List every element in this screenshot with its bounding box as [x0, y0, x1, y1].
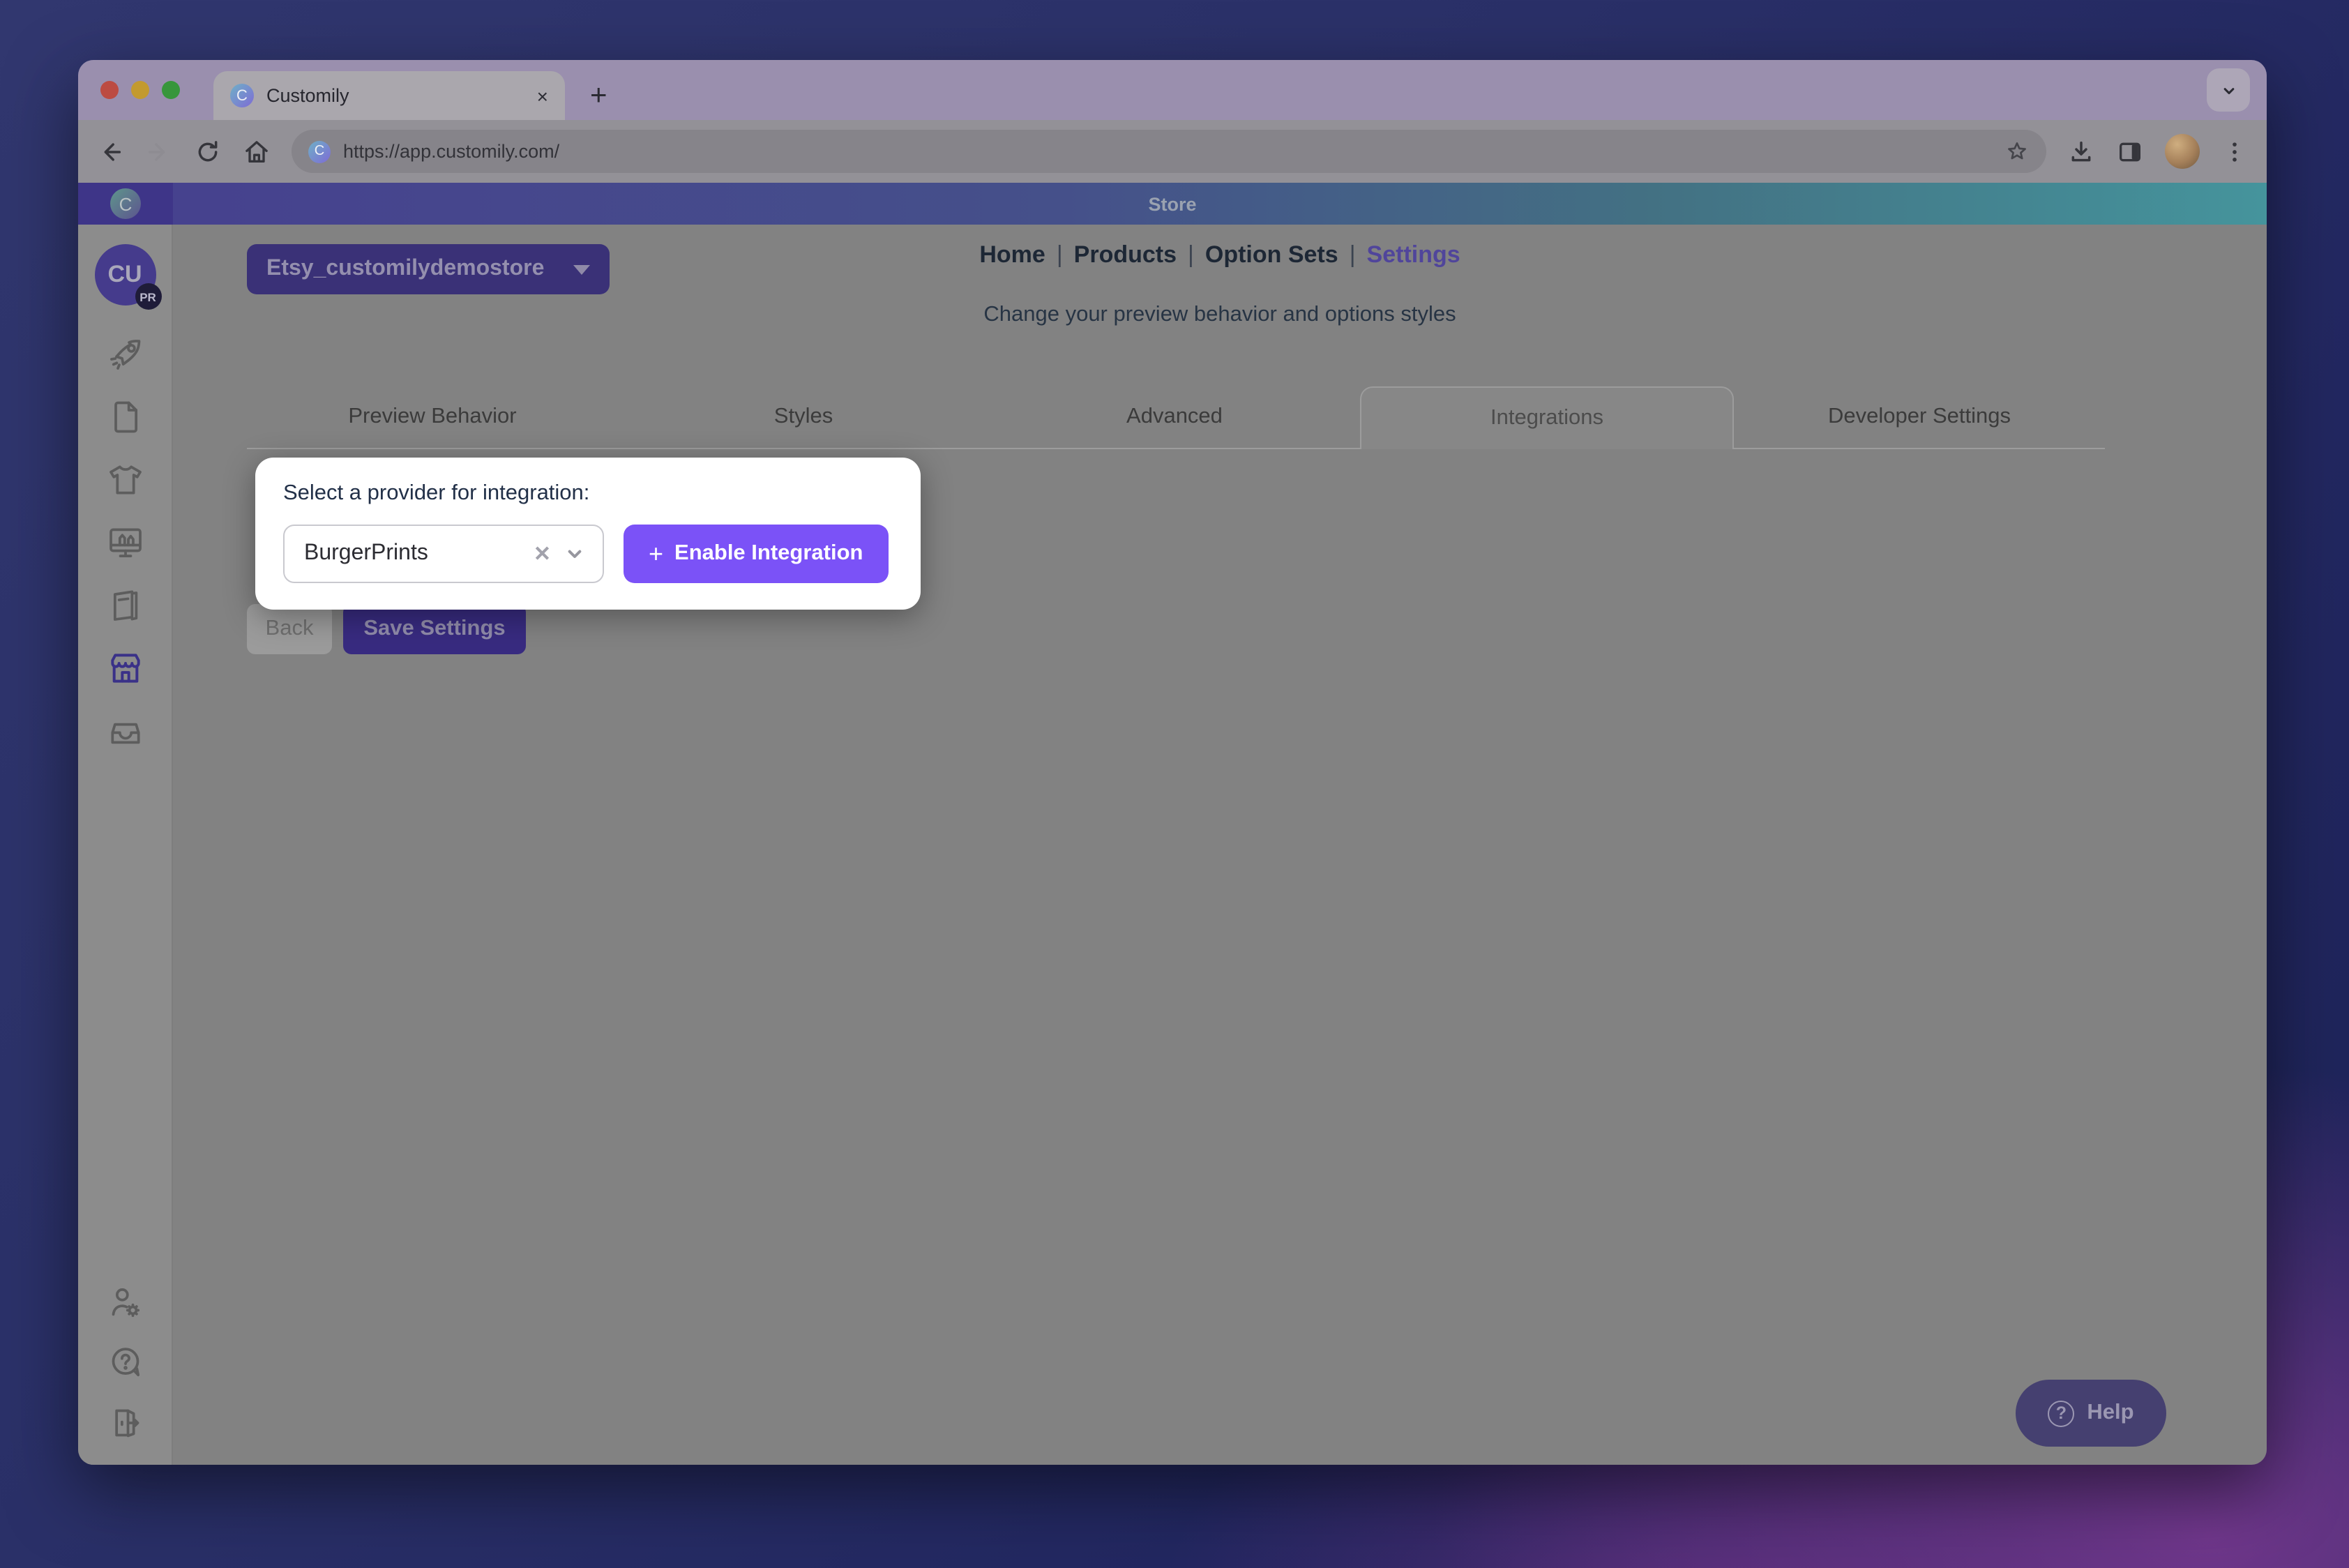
rocket-icon[interactable] [105, 335, 144, 374]
tab-preview-behavior[interactable]: Preview Behavior [247, 386, 618, 449]
enable-integration-label: Enable Integration [674, 541, 863, 565]
nav-home[interactable]: Home [979, 241, 1045, 268]
help-button[interactable]: ? Help [2016, 1380, 2166, 1447]
enable-integration-button[interactable]: + Enable Integration [624, 525, 889, 583]
provider-label: Select a provider for integration: [283, 481, 590, 505]
clear-selection-icon[interactable]: ✕ [534, 541, 551, 566]
chevron-down-icon [2223, 87, 2234, 94]
tab-styles[interactable]: Styles [618, 386, 989, 449]
side-panel-icon[interactable] [2116, 137, 2144, 165]
inbox-icon[interactable] [105, 711, 144, 751]
downloads-icon[interactable] [2067, 137, 2095, 165]
nav-separator: | [1349, 241, 1356, 268]
plus-icon: + [649, 539, 664, 567]
app-viewport: C Store CU PR Home | Products | Option S… [78, 183, 2267, 1465]
file-icon[interactable] [105, 398, 144, 437]
question-circle-icon: ? [2048, 1400, 2075, 1426]
help-button-label: Help [2087, 1401, 2134, 1424]
bookmark-star-icon[interactable] [2004, 139, 2030, 164]
provider-select-value: BurgerPrints [304, 541, 428, 565]
new-tab-button[interactable]: + [590, 81, 607, 110]
home-icon[interactable] [243, 137, 271, 165]
back-button[interactable]: Back [247, 604, 332, 654]
customily-logo: C [110, 188, 141, 219]
sidebar: CU PR [78, 225, 173, 1465]
design-monitor-icon[interactable] [105, 523, 144, 562]
nav-settings[interactable]: Settings [1367, 241, 1460, 268]
address-bar[interactable]: C https://app.customily.com/ [292, 130, 2046, 173]
tshirt-icon[interactable] [105, 460, 144, 499]
store-icon[interactable] [105, 649, 144, 688]
store-avatar-badge: PR [135, 283, 161, 310]
store-avatar[interactable]: CU PR [94, 244, 161, 310]
tab-search-button[interactable] [2207, 68, 2250, 112]
browser-tab-strip: C Customily × + [78, 60, 2267, 120]
logout-icon[interactable] [105, 1403, 144, 1442]
browser-menu-icon[interactable] [2221, 137, 2249, 165]
account-settings-icon[interactable] [105, 1283, 144, 1322]
back-icon[interactable] [96, 137, 124, 165]
integration-card: Select a provider for integration: Burge… [255, 458, 921, 610]
sidebar-items [105, 335, 144, 751]
nav-separator: | [1188, 241, 1194, 268]
select-chevron-icon[interactable] [564, 543, 586, 565]
tab-integrations[interactable]: Integrations [1360, 386, 1734, 449]
site-favicon: C [308, 140, 331, 163]
nav-products[interactable]: Products [1074, 241, 1177, 268]
page-subtitle: Change your preview behavior and options… [983, 303, 1456, 326]
profile-avatar[interactable] [2165, 134, 2200, 169]
tab-title: Customily [266, 85, 349, 106]
help-bubble-icon[interactable] [105, 1343, 144, 1382]
browser-tab[interactable]: C Customily × [213, 71, 565, 120]
logo-block: C [78, 183, 173, 225]
zoom-window-button[interactable] [162, 81, 180, 99]
store-topbar: C Store [78, 183, 2267, 225]
tab-developer-settings[interactable]: Developer Settings [1734, 386, 2105, 449]
save-settings-button[interactable]: Save Settings [343, 604, 526, 654]
nav-option-sets[interactable]: Option Sets [1205, 241, 1338, 268]
settings-tabs: Preview Behavior Styles Advanced Integra… [247, 386, 2105, 449]
store-selector-value: Etsy_customilydemostore [266, 257, 545, 280]
desktop-background: C Customily × + C https://app.customily.… [0, 0, 2349, 1568]
sidebar-footer [105, 1283, 144, 1442]
forward-icon[interactable] [145, 137, 173, 165]
browser-toolbar: C https://app.customily.com/ [78, 120, 2267, 183]
tab-close-icon[interactable]: × [537, 86, 548, 105]
customily-favicon: C [230, 84, 254, 107]
close-window-button[interactable] [100, 81, 119, 99]
store-selector-dropdown[interactable]: Etsy_customilydemostore [247, 244, 610, 294]
window-controls [100, 60, 180, 120]
minimize-window-button[interactable] [131, 81, 149, 99]
catalog-icon[interactable] [105, 586, 144, 625]
provider-select[interactable]: BurgerPrints ✕ [283, 525, 604, 583]
reload-icon[interactable] [194, 137, 222, 165]
tab-advanced[interactable]: Advanced [989, 386, 1360, 449]
caret-down-icon [573, 264, 590, 274]
store-avatar-initials: CU [107, 261, 142, 287]
browser-window: C Customily × + C https://app.customily.… [78, 60, 2267, 1465]
page-title: Store [1148, 193, 1197, 214]
url-text[interactable]: https://app.customily.com/ [343, 141, 1992, 162]
nav-separator: | [1056, 241, 1063, 268]
